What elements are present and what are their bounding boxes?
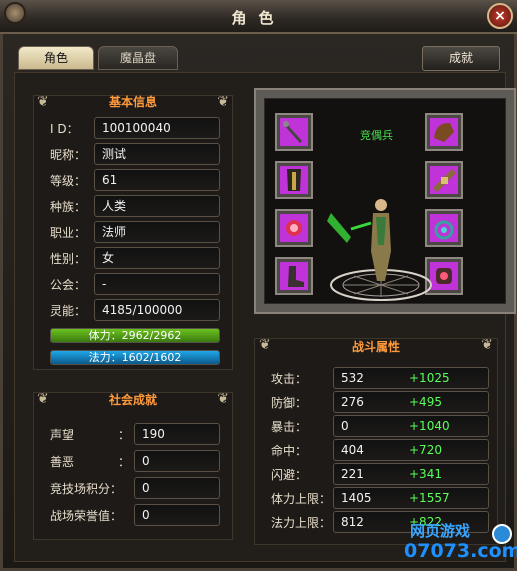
combat-label: 防御：: [271, 396, 308, 410]
combat-bonus: +1025: [409, 371, 450, 385]
tab-crystal-disk[interactable]: 魔晶盘: [98, 46, 178, 70]
social-value: 0: [134, 477, 220, 499]
combat-bonus: +1040: [409, 419, 450, 433]
combat-label: 命中：: [271, 444, 308, 458]
info-label: 灵能：: [50, 304, 87, 318]
equip-slot-chest[interactable]: [275, 161, 313, 199]
info-row-id: I D： 100100040: [50, 117, 230, 139]
info-label: 等级：: [50, 174, 87, 188]
ornament-right-icon: ❦: [217, 94, 229, 110]
social-panel: ❦ 社会成就 ❦ 声望 ： 190 善恶 ： 0 竞技场积分： 0 战场荣誉值：…: [33, 391, 234, 540]
social-row-reputation: 声望 ： 190: [50, 423, 234, 445]
social-row-karma: 善恶 ： 0: [50, 450, 234, 472]
mp-bar-text: 法力：1602/1602: [88, 351, 182, 364]
basic-info-panel: ❦ 基本信息 ❦ I D： 100100040 昵称： 测试 等级： 61 种族…: [33, 94, 233, 370]
gloves-icon: [280, 214, 308, 242]
info-value: 61: [94, 169, 220, 191]
social-label: 战场荣誉值：: [50, 509, 123, 523]
combat-row-dodge: 闪避： 221 +341: [271, 463, 495, 485]
equip-slot-weapon[interactable]: [275, 113, 313, 151]
combat-bonus: +1557: [409, 491, 450, 505]
ornament-right-icon: ❦: [217, 391, 229, 407]
info-row-level: 等级： 61: [50, 169, 230, 191]
close-icon[interactable]: ×: [487, 3, 513, 29]
combat-label: 暴击：: [271, 420, 308, 434]
hp-bar: 体力：2962/2962: [50, 328, 220, 343]
window-title: 角色: [231, 9, 286, 27]
social-row-arena: 竞技场积分： 0: [50, 477, 234, 499]
social-title: 社会成就: [108, 393, 157, 407]
combat-label: 法力上限：: [271, 516, 332, 530]
social-value: 0: [134, 450, 220, 472]
info-value: 4185/100000: [94, 299, 220, 321]
info-value: 法师: [94, 221, 220, 243]
combat-title: 战斗属性: [351, 340, 400, 354]
mascot-icon: [492, 524, 512, 544]
combat-row-max-hp: 体力上限： 1405 +1557: [271, 487, 495, 509]
social-row-battlefield: 战场荣誉值： 0: [50, 504, 234, 526]
social-colon: ：: [118, 428, 131, 442]
social-label: 竞技场积分：: [50, 482, 123, 496]
combat-row-hit: 命中： 404 +720: [271, 439, 495, 461]
info-label: 种族：: [50, 200, 87, 214]
info-label: 昵称：: [50, 148, 87, 162]
achievement-button[interactable]: 成就: [422, 46, 500, 71]
info-label: 性别：: [50, 252, 87, 266]
info-value: 人类: [94, 195, 220, 217]
watermark-logo: 网页游戏 07073.com: [404, 520, 517, 568]
combat-label: 攻击：: [271, 372, 308, 386]
combat-bonus: +341: [409, 467, 442, 481]
info-value: 女: [94, 247, 220, 269]
info-row-psionic: 灵能： 4185/100000: [50, 299, 230, 321]
equip-slot-gloves[interactable]: [275, 209, 313, 247]
info-label: I D：: [50, 122, 79, 136]
combat-row-critical: 暴击： 0 +1040: [271, 415, 495, 437]
combat-bonus: +720: [409, 443, 442, 457]
combat-label: 闪避：: [271, 468, 308, 482]
info-value: 100100040: [94, 117, 220, 139]
social-label: 声望: [50, 428, 75, 442]
info-value: 测试: [94, 143, 220, 165]
character-preview: 竞偶兵: [264, 98, 506, 304]
combat-row-attack: 攻击： 532 +1025: [271, 367, 495, 389]
combat-panel: ❦ 战斗属性 ❦ 攻击： 532 +1025 防御： 276 +495 暴击： …: [254, 337, 498, 545]
info-value: -: [94, 273, 220, 295]
weapon-icon: [280, 118, 308, 146]
watermark-line1: 网页游戏: [410, 522, 471, 540]
hp-bar-text: 体力：2962/2962: [88, 329, 182, 342]
title-bar[interactable]: 角色 ×: [0, 0, 517, 34]
boots-icon: [280, 262, 308, 290]
ornament-right-icon: ❦: [481, 337, 493, 353]
info-row-nickname: 昵称： 测试: [50, 143, 230, 165]
info-row-class: 职业： 法师: [50, 221, 230, 243]
tab-character[interactable]: 角色: [18, 46, 94, 70]
social-value: 0: [134, 504, 220, 526]
info-row-guild: 公会： -: [50, 273, 230, 295]
armor-icon: [280, 166, 308, 194]
mp-bar: 法力：1602/1602: [50, 350, 220, 365]
character-model: [327, 199, 432, 301]
social-value: 190: [134, 423, 220, 445]
equip-slot-boots[interactable]: [275, 257, 313, 295]
social-label: 善恶: [50, 455, 75, 469]
social-colon: ：: [118, 455, 131, 469]
info-label: 公会：: [50, 278, 87, 292]
combat-bonus: +495: [409, 395, 442, 409]
info-row-race: 种族： 人类: [50, 195, 230, 217]
combat-label: 体力上限：: [271, 492, 332, 506]
info-label: 职业：: [50, 226, 87, 240]
equipment-panel: 竞偶兵: [254, 88, 516, 314]
info-row-gender: 性别： 女: [50, 247, 230, 269]
combat-row-defense: 防御： 276 +495: [271, 391, 495, 413]
basic-info-title: 基本信息: [108, 95, 157, 109]
